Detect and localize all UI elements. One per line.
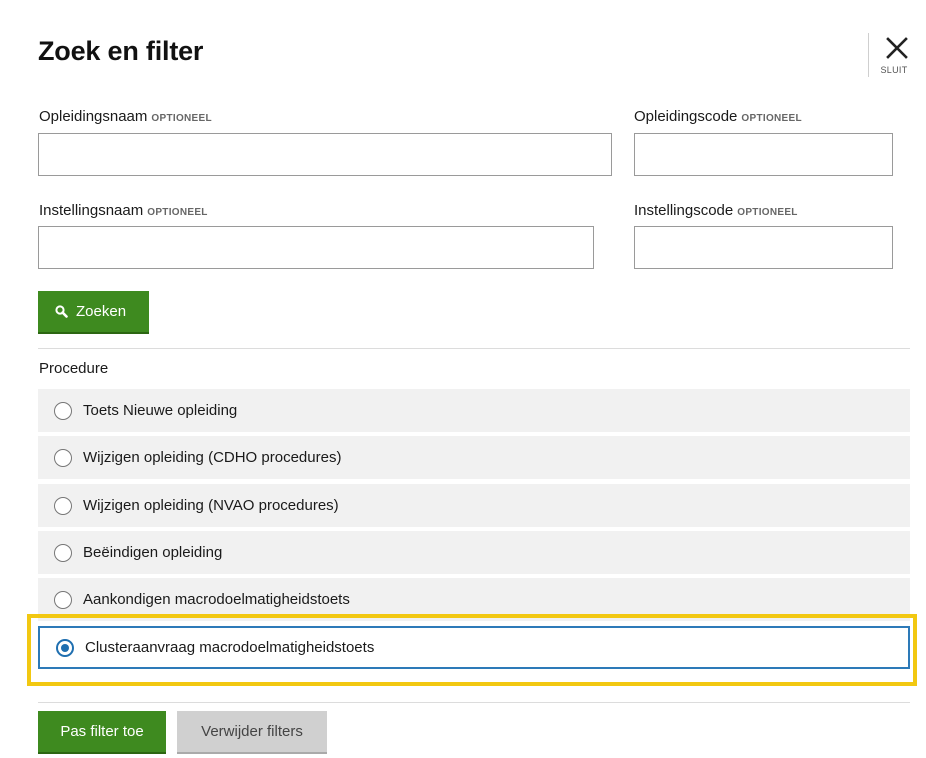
- opleidingscode-input[interactable]: [634, 133, 893, 176]
- close-label: SLUIT: [880, 65, 908, 75]
- procedure-option-wijzigen-nvao[interactable]: Wijzigen opleiding (NVAO procedures): [38, 484, 910, 527]
- clear-filters-button[interactable]: Verwijder filters: [177, 711, 327, 754]
- instellingsnaam-label-text: Instellingsnaam: [39, 202, 144, 219]
- procedure-option-beeindigen[interactable]: Beëindigen opleiding: [38, 531, 910, 574]
- opleidingscode-label: Opleidingscode OPTIONEEL: [634, 108, 802, 125]
- divider: [38, 702, 910, 703]
- instellingsnaam-input[interactable]: [38, 226, 594, 269]
- opleidingsnaam-label-text: Opleidingsnaam: [39, 108, 148, 125]
- procedure-option-label: Beëindigen opleiding: [83, 544, 223, 561]
- procedure-option-wijzigen-cdho[interactable]: Wijzigen opleiding (CDHO procedures): [38, 436, 910, 479]
- procedure-option-label: Wijzigen opleiding (NVAO procedures): [83, 497, 339, 514]
- close-area: SLUIT: [868, 33, 912, 77]
- search-button[interactable]: Zoeken: [38, 291, 149, 334]
- radio-button[interactable]: [54, 590, 72, 609]
- radio-button[interactable]: [54, 448, 72, 467]
- procedure-option-label: Toets Nieuwe opleiding: [83, 402, 238, 419]
- radio-button[interactable]: [54, 543, 72, 562]
- procedure-option-clusteraanvraag[interactable]: Clusteraanvraag macrodoelmatigheidstoets: [38, 626, 910, 669]
- instellingscode-input[interactable]: [634, 226, 893, 269]
- procedure-option-label: Clusteraanvraag macrodoelmatigheidstoets: [85, 639, 375, 656]
- procedure-option-label: Aankondigen macrodoelmatigheidstoets: [83, 591, 350, 608]
- optional-tag: OPTIONEEL: [151, 113, 212, 124]
- opleidingscode-label-text: Opleidingscode: [634, 108, 738, 125]
- divider: [38, 348, 910, 349]
- radio-button[interactable]: [54, 496, 72, 515]
- dialog-title: Zoek en filter: [38, 36, 204, 66]
- procedure-label: Procedure: [39, 360, 109, 377]
- optional-tag: OPTIONEEL: [147, 207, 208, 218]
- procedure-option-aankondigen[interactable]: Aankondigen macrodoelmatigheidstoets: [38, 578, 910, 621]
- radio-button-selected[interactable]: [56, 638, 74, 657]
- close-icon: [886, 37, 908, 59]
- procedure-option-toets-nieuwe-opleiding[interactable]: Toets Nieuwe opleiding: [38, 389, 910, 432]
- instellingscode-label-text: Instellingscode: [634, 202, 734, 219]
- opleidingsnaam-input[interactable]: [38, 133, 612, 176]
- optional-tag: OPTIONEEL: [737, 207, 798, 218]
- radio-button[interactable]: [54, 401, 72, 420]
- procedure-option-label: Wijzigen opleiding (CDHO procedures): [83, 449, 342, 466]
- apply-filter-button[interactable]: Pas filter toe: [38, 711, 166, 754]
- optional-tag: OPTIONEEL: [741, 113, 802, 124]
- instellingscode-label: Instellingscode OPTIONEEL: [634, 202, 798, 219]
- opleidingsnaam-label: Opleidingsnaam OPTIONEEL: [39, 108, 212, 125]
- search-button-label: Zoeken: [76, 303, 127, 320]
- search-icon: [55, 305, 68, 318]
- instellingsnaam-label: Instellingsnaam OPTIONEEL: [39, 202, 208, 219]
